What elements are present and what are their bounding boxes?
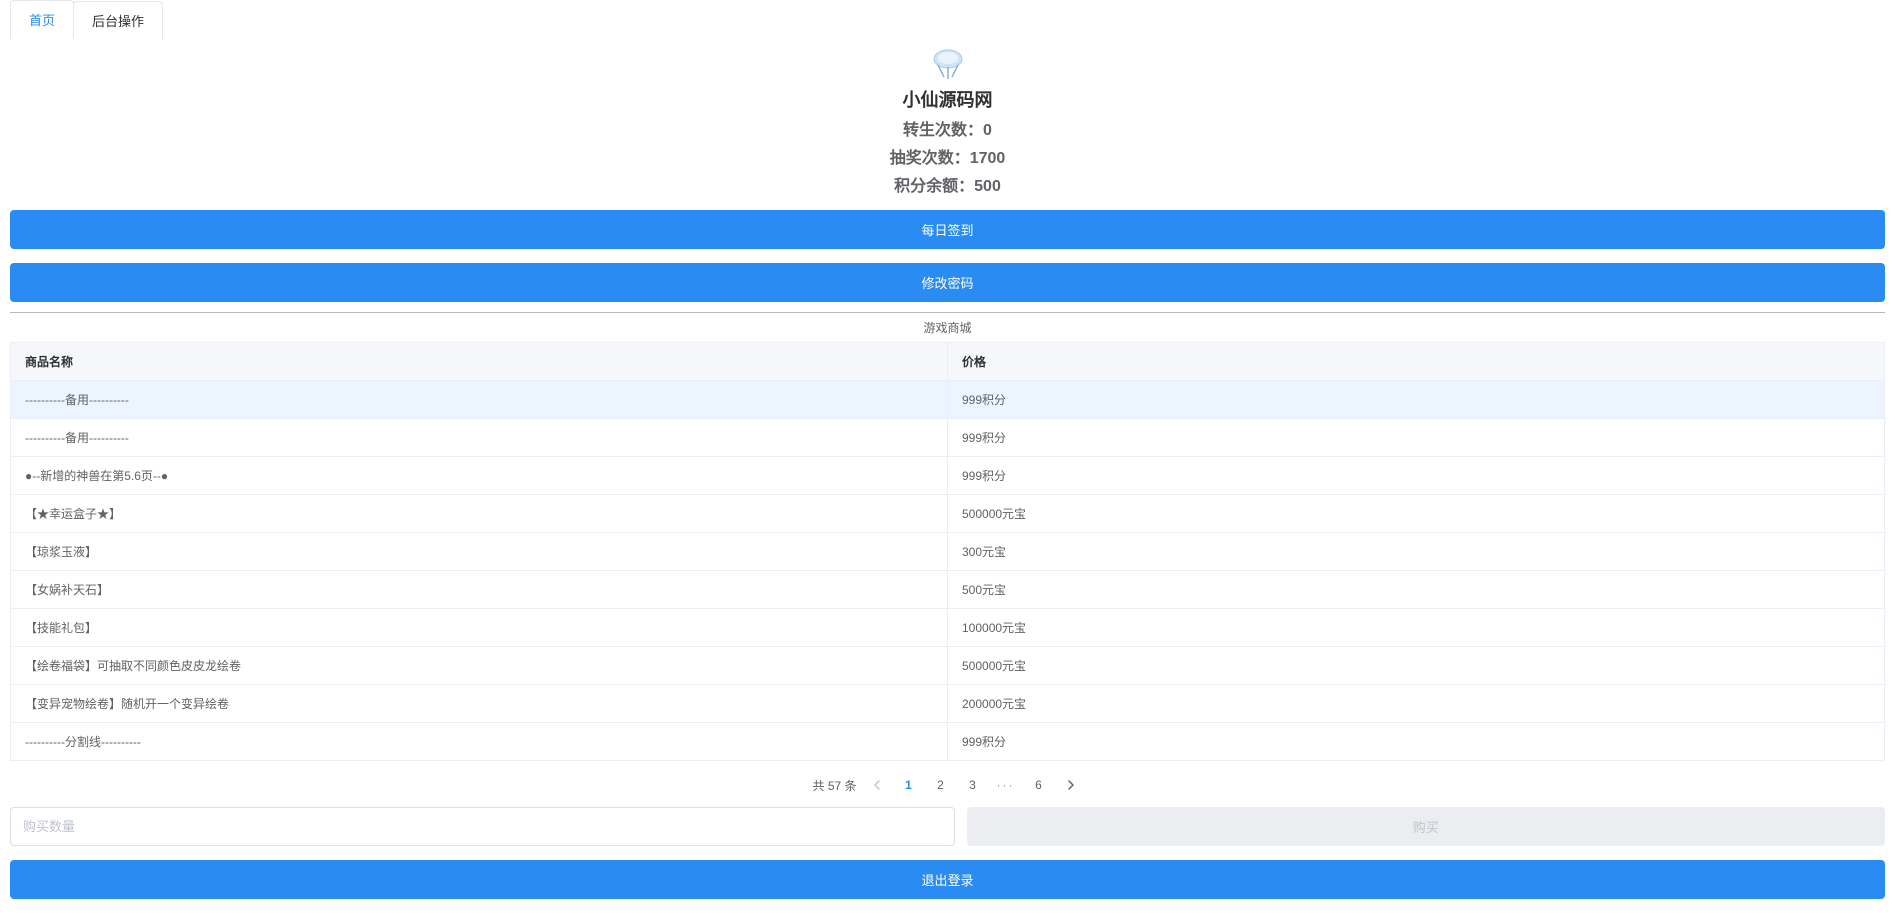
shop-table: 商品名称 价格 ----------备用----------999积分-----…	[10, 342, 1885, 761]
table-row[interactable]: 【变异宠物绘卷】随机开一个变异绘卷200000元宝	[11, 685, 1885, 723]
stat-lottery: 抽奖次数：1700	[10, 144, 1885, 168]
cell-price: 200000元宝	[948, 685, 1885, 723]
pagination-ellipsis[interactable]: ···	[993, 771, 1019, 799]
tab-home[interactable]: 首页	[10, 0, 74, 39]
cell-name: ----------分割线----------	[11, 723, 948, 761]
pagination-page-6[interactable]: 6	[1027, 771, 1051, 799]
stat-rebirth-label: 转生次数：	[903, 122, 983, 139]
cell-name: ●--新增的神兽在第5.6页--●	[11, 457, 948, 495]
table-row[interactable]: 【绘卷福袋】可抽取不同颜色皮皮龙绘卷500000元宝	[11, 647, 1885, 685]
table-row[interactable]: 【★幸运盒子★】500000元宝	[11, 495, 1885, 533]
cell-price: 999积分	[948, 381, 1885, 419]
change-password-button[interactable]: 修改密码	[10, 263, 1885, 302]
purchase-qty-input[interactable]	[10, 807, 955, 846]
pagination-total: 共 57 条	[812, 777, 856, 794]
site-logo-icon	[928, 47, 968, 81]
stat-points: 积分余额：500	[10, 172, 1885, 196]
site-name: 小仙源码网	[10, 86, 1885, 112]
pagination-page-2[interactable]: 2	[929, 771, 953, 799]
cell-price: 999积分	[948, 723, 1885, 761]
cell-name: 【女娲补天石】	[11, 571, 948, 609]
pagination-page-3[interactable]: 3	[961, 771, 985, 799]
cell-name: 【变异宠物绘卷】随机开一个变异绘卷	[11, 685, 948, 723]
buy-button[interactable]: 购买	[967, 807, 1886, 846]
pagination-prev-icon[interactable]	[865, 771, 889, 799]
stat-rebirth-value: 0	[983, 122, 992, 139]
table-row[interactable]: 【技能礼包】100000元宝	[11, 609, 1885, 647]
table-row[interactable]: 【琼浆玉液】300元宝	[11, 533, 1885, 571]
cell-name: 【绘卷福袋】可抽取不同颜色皮皮龙绘卷	[11, 647, 948, 685]
col-price: 价格	[948, 343, 1885, 381]
stat-points-value: 500	[974, 178, 1001, 195]
daily-checkin-button[interactable]: 每日签到	[10, 210, 1885, 249]
stat-rebirth: 转生次数：0	[10, 116, 1885, 140]
cell-price: 300元宝	[948, 533, 1885, 571]
top-tabs: 首页 后台操作	[10, 0, 1885, 39]
cell-price: 100000元宝	[948, 609, 1885, 647]
cell-price: 999积分	[948, 419, 1885, 457]
cell-price: 500元宝	[948, 571, 1885, 609]
table-row[interactable]: ----------分割线----------999积分	[11, 723, 1885, 761]
pagination-page-1[interactable]: 1	[897, 771, 921, 799]
cell-name: ----------备用----------	[11, 381, 948, 419]
pagination: 共 57 条 123 ··· 6	[10, 771, 1885, 799]
cell-price: 500000元宝	[948, 647, 1885, 685]
purchase-row: 购买	[10, 807, 1885, 846]
pagination-next-icon[interactable]	[1059, 771, 1083, 799]
shop-title: 游戏商城	[10, 313, 1885, 342]
table-row[interactable]: ----------备用----------999积分	[11, 381, 1885, 419]
stat-points-label: 积分余额：	[894, 178, 974, 195]
table-row[interactable]: ----------备用----------999积分	[11, 419, 1885, 457]
cell-name: 【技能礼包】	[11, 609, 948, 647]
col-name: 商品名称	[11, 343, 948, 381]
table-row[interactable]: ●--新增的神兽在第5.6页--●999积分	[11, 457, 1885, 495]
cell-name: 【★幸运盒子★】	[11, 495, 948, 533]
header-block: 小仙源码网 转生次数：0 抽奖次数：1700 积分余额：500	[10, 47, 1885, 196]
cell-price: 500000元宝	[948, 495, 1885, 533]
stat-lottery-value: 1700	[970, 150, 1006, 167]
stat-lottery-label: 抽奖次数：	[890, 150, 970, 167]
cell-name: ----------备用----------	[11, 419, 948, 457]
tab-admin[interactable]: 后台操作	[73, 1, 163, 39]
cell-name: 【琼浆玉液】	[11, 533, 948, 571]
logout-button[interactable]: 退出登录	[10, 860, 1885, 899]
cell-price: 999积分	[948, 457, 1885, 495]
table-row[interactable]: 【女娲补天石】500元宝	[11, 571, 1885, 609]
